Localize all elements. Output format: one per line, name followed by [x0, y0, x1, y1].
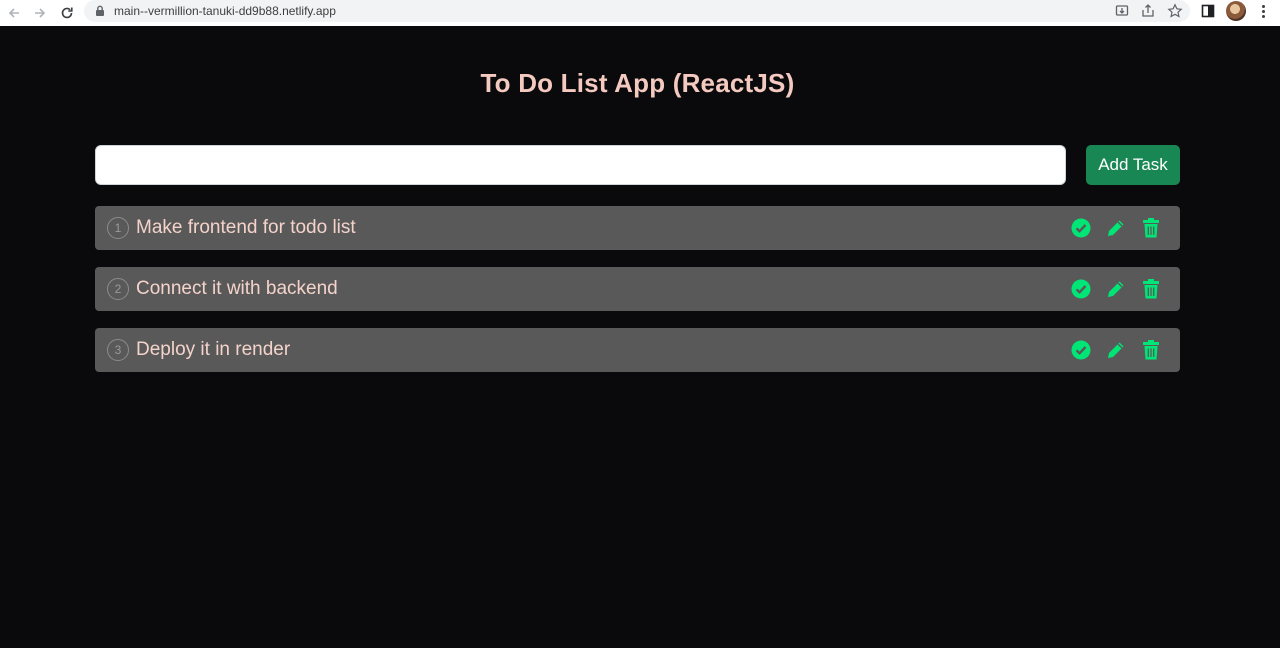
edit-pencil-icon[interactable]: [1105, 339, 1127, 361]
complete-check-icon[interactable]: [1070, 278, 1092, 300]
install-app-icon[interactable]: [1114, 3, 1130, 19]
delete-trash-icon[interactable]: [1140, 278, 1162, 300]
task-text: Make frontend for todo list: [136, 217, 356, 238]
browser-toolbar: main--vermillion-tanuki-dd9b88.netlify.a…: [0, 0, 1280, 26]
task-text: Connect it with backend: [136, 278, 338, 299]
task-item: 2 Connect it with backend: [95, 267, 1180, 311]
task-number: 2: [107, 278, 129, 300]
task-item: 1 Make frontend for todo list: [95, 206, 1180, 250]
profile-avatar[interactable]: [1226, 1, 1246, 21]
forward-arrow-icon[interactable]: [30, 3, 50, 23]
bookmark-star-icon[interactable]: [1167, 3, 1183, 19]
address-bar[interactable]: main--vermillion-tanuki-dd9b88.netlify.a…: [84, 0, 1190, 22]
reload-icon[interactable]: [57, 3, 77, 23]
edit-pencil-icon[interactable]: [1105, 278, 1127, 300]
delete-trash-icon[interactable]: [1140, 339, 1162, 361]
task-text: Deploy it in render: [136, 339, 291, 360]
lock-icon: [94, 4, 106, 18]
task-input[interactable]: [95, 145, 1066, 185]
browser-menu-icon[interactable]: [1255, 3, 1271, 19]
page-title: To Do List App (ReactJS): [480, 68, 795, 98]
url-text: main--vermillion-tanuki-dd9b88.netlify.a…: [114, 4, 336, 18]
side-panel-icon[interactable]: [1200, 3, 1216, 19]
task-item: 3 Deploy it in render: [95, 328, 1180, 372]
task-number: 3: [107, 339, 129, 361]
complete-check-icon[interactable]: [1070, 339, 1092, 361]
add-task-button[interactable]: Add Task: [1086, 145, 1180, 185]
back-arrow-icon[interactable]: [4, 3, 24, 23]
share-icon[interactable]: [1140, 3, 1156, 19]
complete-check-icon[interactable]: [1070, 217, 1092, 239]
task-number: 1: [107, 217, 129, 239]
edit-pencil-icon[interactable]: [1105, 217, 1127, 239]
delete-trash-icon[interactable]: [1140, 217, 1162, 239]
